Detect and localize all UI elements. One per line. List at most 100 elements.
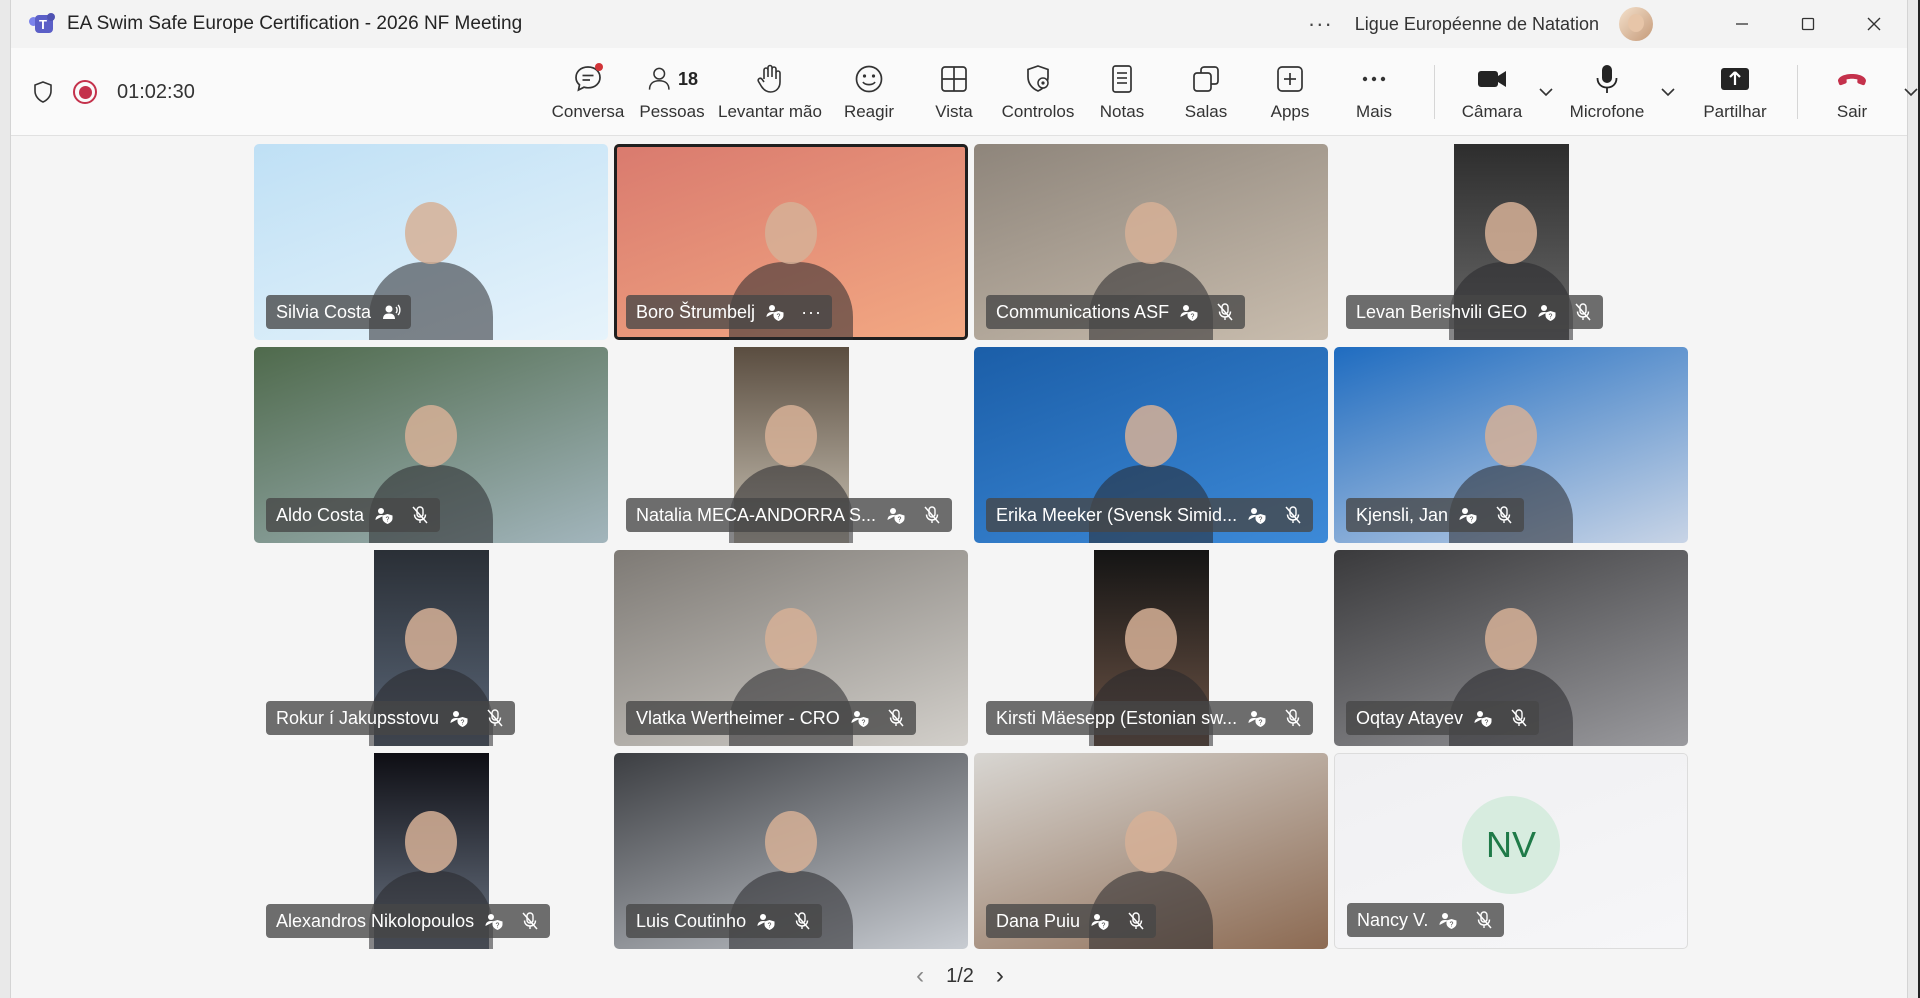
- participant-silhouette: [1125, 202, 1177, 264]
- participant-silhouette: [765, 608, 817, 670]
- participant-silhouette: [1485, 202, 1537, 264]
- participant-silhouette: [405, 202, 457, 264]
- svg-text:?: ?: [496, 923, 500, 930]
- participant-tile[interactable]: Kirsti Mäesepp (Estonian sw...?: [974, 550, 1328, 746]
- camera-options-chevron-icon[interactable]: [1535, 48, 1557, 136]
- svg-text:?: ?: [1470, 517, 1474, 524]
- rooms-button[interactable]: Salas: [1164, 48, 1248, 136]
- guest-shield-icon: ?: [757, 914, 775, 930]
- participant-name-tag: Oqtay Atayev?: [1346, 701, 1540, 735]
- svg-text:?: ?: [1485, 720, 1489, 727]
- close-button[interactable]: [1841, 0, 1907, 48]
- page-navigator: ‹ 1/2 ›: [11, 962, 1909, 990]
- apps-label: Apps: [1270, 102, 1310, 121]
- tile-more-options-icon[interactable]: ···: [801, 302, 822, 323]
- teams-window: T EA Swim Safe Europe Certification - 20…: [10, 0, 1918, 998]
- participant-name-tag: Kirsti Mäesepp (Estonian sw...?: [986, 701, 1314, 735]
- participant-tile[interactable]: Rokur í Jakupsstovu?: [254, 550, 608, 746]
- camera-button[interactable]: Câmara: [1449, 48, 1535, 136]
- leave-label: Sair: [1836, 102, 1868, 121]
- mic-muted-icon: [522, 912, 538, 930]
- next-page-chevron-icon[interactable]: ›: [996, 962, 1004, 990]
- guest-shield-icon: ?: [1474, 711, 1492, 727]
- leave-button[interactable]: Sair: [1812, 48, 1892, 136]
- participant-silhouette: [405, 405, 457, 467]
- microphone-options-chevron-icon[interactable]: [1657, 48, 1679, 136]
- participant-name: Rokur í Jakupsstovu: [276, 707, 440, 728]
- svg-text:?: ?: [461, 720, 465, 727]
- svg-text:?: ?: [1450, 922, 1454, 929]
- notes-button[interactable]: Notas: [1080, 48, 1164, 136]
- participant-tile[interactable]: Alexandros Nikolopoulos?: [254, 753, 608, 949]
- people-button[interactable]: 18 Pessoas: [630, 48, 714, 136]
- organization-name[interactable]: Ligue Européenne de Natation: [1355, 14, 1599, 35]
- participant-name: Erika Meeker (Svensk Simid...: [996, 504, 1238, 525]
- participant-name-tag: Silvia Costa: [266, 295, 412, 329]
- participant-tile[interactable]: Kjensli, Jan?: [1334, 347, 1688, 543]
- microphone-button[interactable]: Microfone: [1557, 48, 1657, 136]
- participant-silhouette: [1125, 405, 1177, 467]
- participant-tile[interactable]: Aldo Costa?: [254, 347, 608, 543]
- participant-tile[interactable]: Communications ASF?: [974, 144, 1328, 340]
- maximize-button[interactable]: [1775, 0, 1841, 48]
- apps-button[interactable]: Apps: [1248, 48, 1332, 136]
- controls-button[interactable]: Controlos: [996, 48, 1080, 136]
- shield-settings-icon: [1027, 65, 1049, 92]
- participant-silhouette: [1485, 405, 1537, 467]
- mic-muted-icon: [888, 709, 904, 727]
- mic-muted-icon: [1511, 709, 1527, 727]
- participant-name-tag: Vlatka Wertheimer - CRO?: [626, 701, 916, 735]
- title-bar: T EA Swim Safe Europe Certification - 20…: [11, 0, 1907, 48]
- raise-hand-button[interactable]: Levantar mão: [714, 48, 826, 136]
- toolbar-divider: [1797, 65, 1798, 119]
- mic-muted-icon: [1496, 506, 1512, 524]
- participant-name: Silvia Costa: [276, 301, 372, 322]
- grid-view-icon: [941, 66, 967, 92]
- mic-muted-icon: [1285, 709, 1301, 727]
- participant-name: Levan Berishvili GEO: [1356, 301, 1528, 322]
- camera-icon: [1478, 71, 1506, 87]
- leave-options-chevron-icon[interactable]: [1900, 48, 1920, 136]
- participant-tile[interactable]: Boro Štrumbelj? ···: [614, 144, 968, 340]
- mic-muted-icon: [1285, 506, 1301, 524]
- participant-name: Kjensli, Jan: [1356, 504, 1449, 525]
- guest-shield-icon: ?: [1180, 305, 1198, 321]
- participant-silhouette: [765, 202, 817, 264]
- account-avatar[interactable]: [1619, 7, 1653, 41]
- participant-name-tag: Boro Štrumbelj? ···: [626, 295, 833, 329]
- chat-label: Conversa: [551, 102, 625, 121]
- shield-icon[interactable]: [31, 80, 55, 104]
- share-button[interactable]: Partilhar: [1687, 48, 1783, 136]
- participant-silhouette: [405, 608, 457, 670]
- chat-button[interactable]: Conversa: [546, 48, 630, 136]
- svg-text:?: ?: [861, 720, 865, 727]
- participant-tile[interactable]: NV Nancy V.?: [1334, 753, 1688, 949]
- participant-tile[interactable]: Vlatka Wertheimer - CRO?: [614, 550, 968, 746]
- more-label: Mais: [1356, 102, 1392, 121]
- mic-muted-icon: [1575, 303, 1591, 321]
- hang-up-icon: [1838, 74, 1866, 86]
- participant-tile[interactable]: Levan Berishvili GEO?: [1334, 144, 1688, 340]
- svg-text:?: ?: [898, 517, 902, 524]
- participant-name: Natalia MECA-ANDORRA S...: [636, 504, 877, 525]
- participant-silhouette: [1485, 608, 1537, 670]
- smiley-icon: [855, 65, 883, 93]
- window-title: EA Swim Safe Europe Certification - 2026…: [67, 13, 523, 34]
- previous-page-chevron-icon[interactable]: ‹: [916, 962, 924, 990]
- react-button[interactable]: Reagir: [826, 48, 912, 136]
- minimize-button[interactable]: [1709, 0, 1775, 48]
- participant-tile[interactable]: Natalia MECA-ANDORRA S...?: [614, 347, 968, 543]
- participant-tile[interactable]: Silvia Costa: [254, 144, 608, 340]
- participant-tile[interactable]: Oqtay Atayev?: [1334, 550, 1688, 746]
- participant-name-tag: Alexandros Nikolopoulos?: [266, 904, 551, 938]
- view-button[interactable]: Vista: [912, 48, 996, 136]
- participant-name-tag: Levan Berishvili GEO?: [1346, 295, 1604, 329]
- participant-tile[interactable]: Erika Meeker (Svensk Simid...?: [974, 347, 1328, 543]
- participant-name-tag: Erika Meeker (Svensk Simid...?: [986, 498, 1314, 532]
- svg-text:?: ?: [768, 923, 772, 930]
- more-button[interactable]: Mais: [1332, 48, 1416, 136]
- participant-tile[interactable]: Dana Puiu?: [974, 753, 1328, 949]
- people-count: 18: [677, 68, 699, 89]
- more-options-icon[interactable]: ···: [1308, 11, 1333, 37]
- participant-tile[interactable]: Luis Coutinho?: [614, 753, 968, 949]
